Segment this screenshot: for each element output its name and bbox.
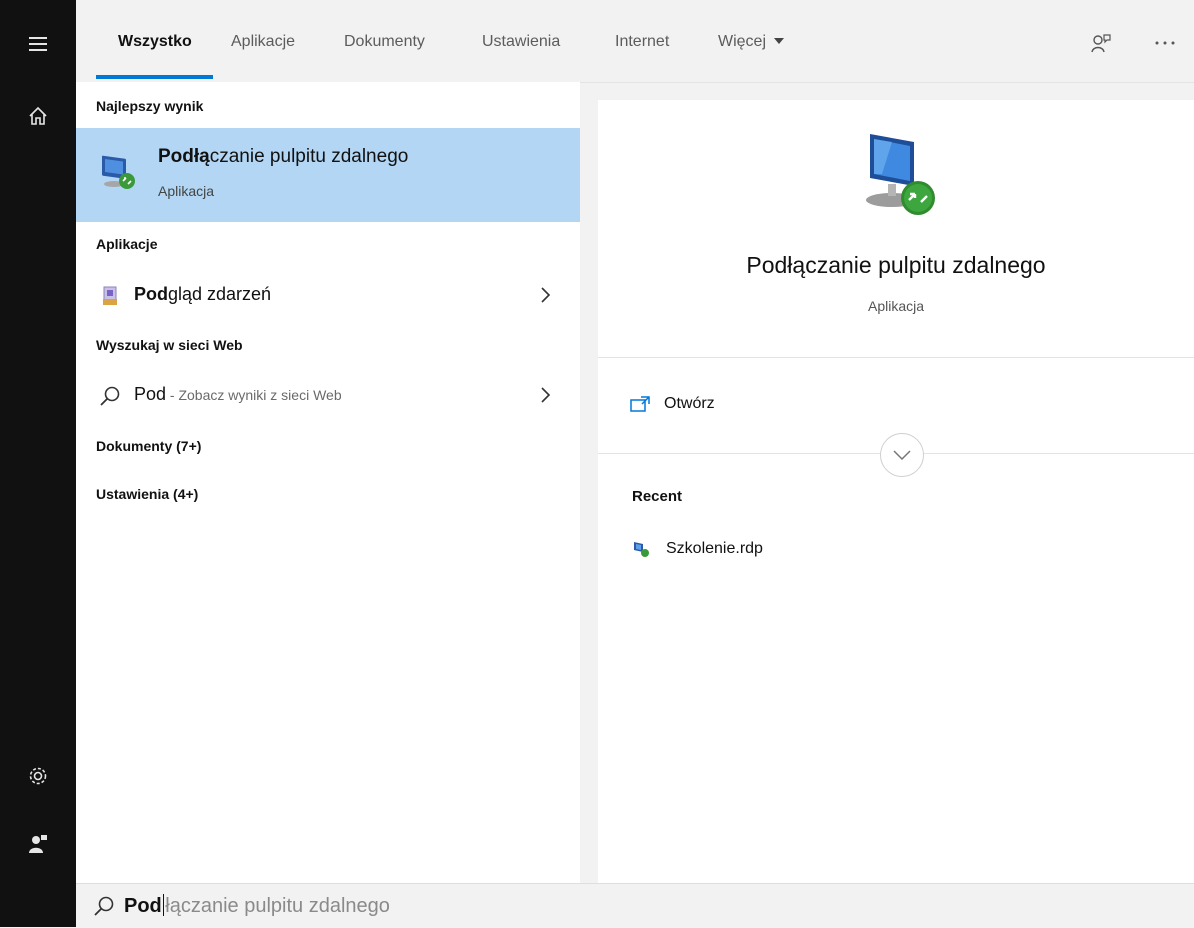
feedback-person-icon [29, 835, 47, 853]
home-icon [29, 106, 47, 125]
web-search-icon-wrap [98, 384, 122, 408]
tab-internet[interactable]: Internet [615, 33, 669, 51]
active-tab-indicator [96, 75, 213, 79]
tab-aplikacje[interactable]: Aplikacje [231, 33, 295, 51]
tab-wszystko[interactable]: Wszystko [118, 33, 192, 51]
filter-tab-bar: Wszystko Aplikacje Dokumenty Ustawienia … [76, 0, 1194, 83]
gear-icon [29, 767, 47, 785]
app-result-label-rest: gląd zdarzeń [168, 284, 272, 304]
search-input[interactable]: Pod łączanie pulpitu zdalnego [124, 894, 390, 918]
ellipsis-icon [1155, 41, 1175, 45]
web-result-label: Pod - Zobacz wyniki z sieci Web [134, 384, 342, 405]
recent-file-item[interactable]: Szkolenie.rdp [632, 536, 763, 562]
web-result-expand-button[interactable] [536, 382, 556, 408]
chevron-down-icon [893, 450, 911, 460]
app-result-label: Podgląd zdarzeń [134, 284, 271, 305]
rdp-file-icon [634, 542, 649, 557]
left-rail [0, 0, 76, 927]
remote-desktop-large-icon [866, 134, 935, 215]
expand-actions-button[interactable] [880, 433, 924, 477]
open-action[interactable]: Otwórz [630, 390, 715, 418]
preview-subtitle: Aplikacja [867, 298, 925, 314]
event-viewer-icon [103, 286, 117, 305]
preview-title: Podłączanie pulpitu zdalnego [746, 252, 1046, 278]
recent-file-label: Szkolenie.rdp [666, 540, 763, 557]
event-viewer-icon-wrap [98, 284, 122, 308]
web-result-term: Pod [134, 384, 167, 404]
chevron-right-icon [541, 287, 551, 303]
apps-header: Aplikacje [96, 236, 158, 252]
person-feedback-icon [1091, 34, 1111, 53]
best-match-title-rest: czanie pulpitu zdalnego [209, 146, 409, 167]
remote-desktop-app-icon [102, 155, 135, 189]
search-icon [94, 896, 114, 916]
search-box-icon-wrap [92, 894, 116, 918]
open-action-label: Otwórz [664, 395, 715, 412]
tab-ustawienia[interactable]: Ustawienia [482, 33, 560, 51]
tab-wiecej[interactable]: Więcej [718, 33, 785, 51]
chevron-right-icon [541, 387, 551, 403]
documents-header[interactable]: Dokumenty (7+) [96, 438, 201, 454]
search-icon [100, 386, 120, 406]
tab-wiecej-label: Więcej [718, 33, 767, 50]
settings-header[interactable]: Ustawienia (4+) [96, 486, 198, 502]
web-result-hint: - Zobacz wyniki z sieci Web [166, 387, 342, 403]
app-result-event-viewer[interactable]: Podgląd zdarzeń [76, 276, 580, 316]
best-match-item[interactable]: Podłączanie pulpitu zdalnego Aplikacja [76, 128, 580, 222]
search-box[interactable]: Pod łączanie pulpitu zdalnego [76, 883, 1194, 928]
hamburger-icon [29, 37, 47, 51]
web-search-header: Wyszukaj w sieci Web [96, 337, 243, 353]
search-autocomplete: łączanie pulpitu zdalnego [165, 895, 390, 917]
results-pane: Najlepszy wynik Podłączanie pulpitu zdal… [76, 82, 580, 883]
tab-dokumenty[interactable]: Dokumenty [344, 33, 425, 51]
app-result-label-bold: Pod [134, 284, 168, 304]
settings-button[interactable] [0, 752, 76, 800]
hamburger-menu-button[interactable] [0, 20, 76, 68]
caret-down-icon [774, 38, 785, 44]
best-match-title: Podłączanie pulpitu zdalnego [158, 146, 408, 168]
more-options-button[interactable] [1150, 28, 1180, 58]
search-typed-text: Pod [124, 895, 162, 917]
feedback-top-button[interactable] [1086, 28, 1116, 58]
app-result-expand-button[interactable] [536, 282, 556, 308]
divider [598, 357, 1194, 358]
open-icon [630, 396, 650, 412]
best-match-type: Aplikacja [158, 183, 215, 199]
feedback-button[interactable] [0, 820, 76, 868]
preview-pane: Podłączanie pulpitu zdalnego Aplikacja O… [598, 100, 1194, 883]
home-button[interactable] [0, 92, 76, 140]
web-result-item[interactable]: Pod - Zobacz wyniki z sieci Web [76, 376, 580, 416]
best-match-title-bold: Podłą [158, 146, 210, 167]
best-match-header: Najlepszy wynik [96, 98, 204, 114]
recent-header: Recent [632, 488, 683, 505]
